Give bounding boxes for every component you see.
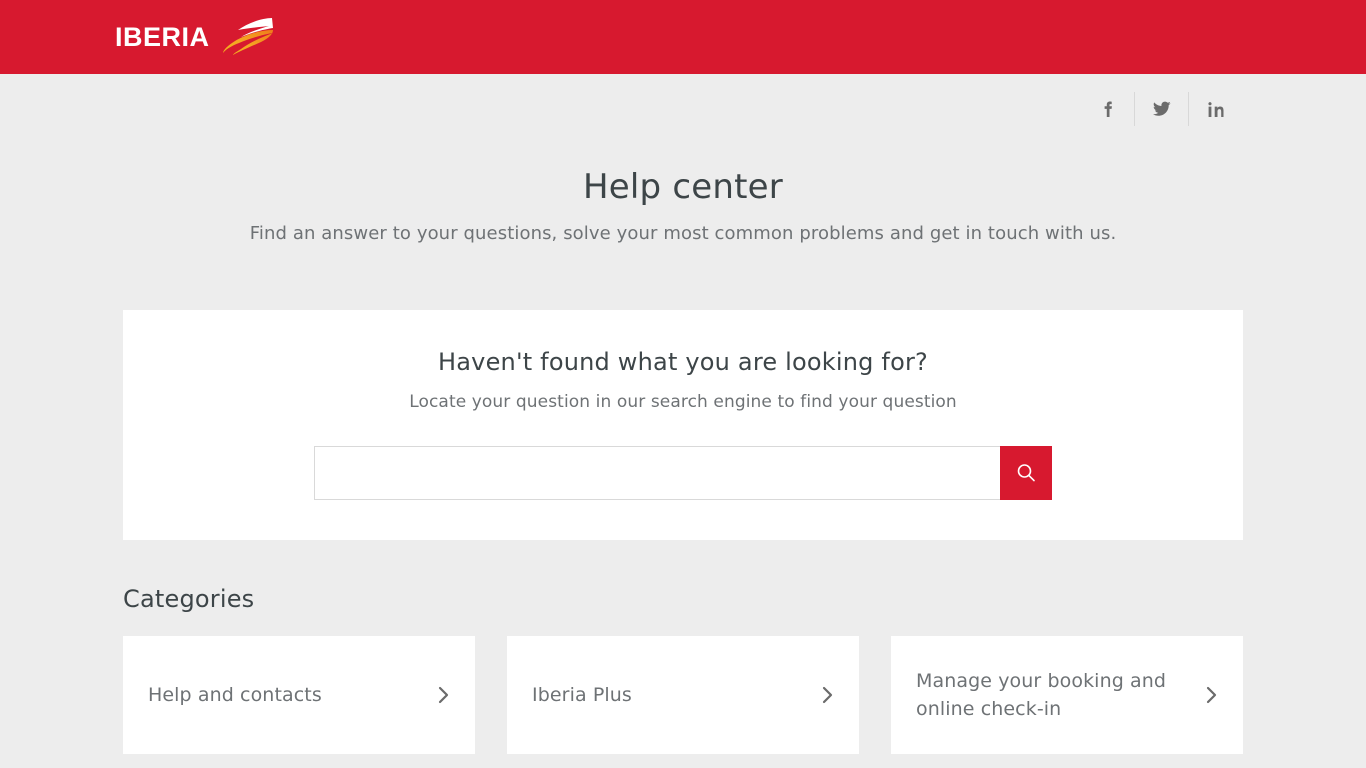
search-form [123, 446, 1243, 500]
search-card: Haven't found what you are looking for? … [123, 310, 1243, 540]
social-link-facebook[interactable] [1081, 92, 1134, 126]
site-header: IBERIA [0, 0, 1366, 74]
category-card-manage-booking-and-online-check-in[interactable]: Manage your booking and online check-in [891, 636, 1243, 754]
facebook-icon [1100, 101, 1116, 117]
twitter-icon [1152, 101, 1171, 117]
chevron-right-icon [822, 685, 834, 705]
social-link-twitter[interactable] [1135, 92, 1188, 126]
categories-section: Categories Help and contacts Iberia Plus… [123, 585, 1243, 754]
iberia-logo[interactable]: IBERIA [115, 0, 274, 74]
category-label: Iberia Plus [532, 683, 632, 706]
iberia-swoosh-logo-icon [222, 17, 274, 57]
page-title: Help center [583, 167, 783, 207]
search-icon [1015, 462, 1037, 484]
category-card-iberia-plus[interactable]: Iberia Plus [507, 636, 859, 754]
category-label: Manage your booking and online check-in [916, 669, 1167, 721]
search-submit-button[interactable] [1000, 446, 1052, 500]
page-subtitle: Find an answer to your questions, solve … [249, 222, 1117, 244]
chevron-right-icon [1206, 685, 1218, 705]
category-label: Help and contacts [148, 683, 322, 706]
categories-grid: Help and contacts Iberia Plus Manage you… [123, 636, 1243, 754]
search-input[interactable] [314, 446, 1000, 500]
hero-section: Help center Find an answer to your quest… [0, 144, 1366, 244]
logo-wordmark: IBERIA [115, 21, 210, 52]
chevron-right-icon [438, 685, 450, 705]
social-bar [0, 74, 1366, 144]
search-description: Locate your question in our search engin… [409, 392, 957, 412]
social-link-linkedin[interactable] [1189, 92, 1242, 126]
categories-title: Categories [123, 585, 255, 613]
social-links [1081, 92, 1242, 126]
search-heading: Haven't found what you are looking for? [438, 348, 928, 376]
category-card-help-and-contacts[interactable]: Help and contacts [123, 636, 475, 754]
linkedin-icon [1207, 101, 1224, 117]
